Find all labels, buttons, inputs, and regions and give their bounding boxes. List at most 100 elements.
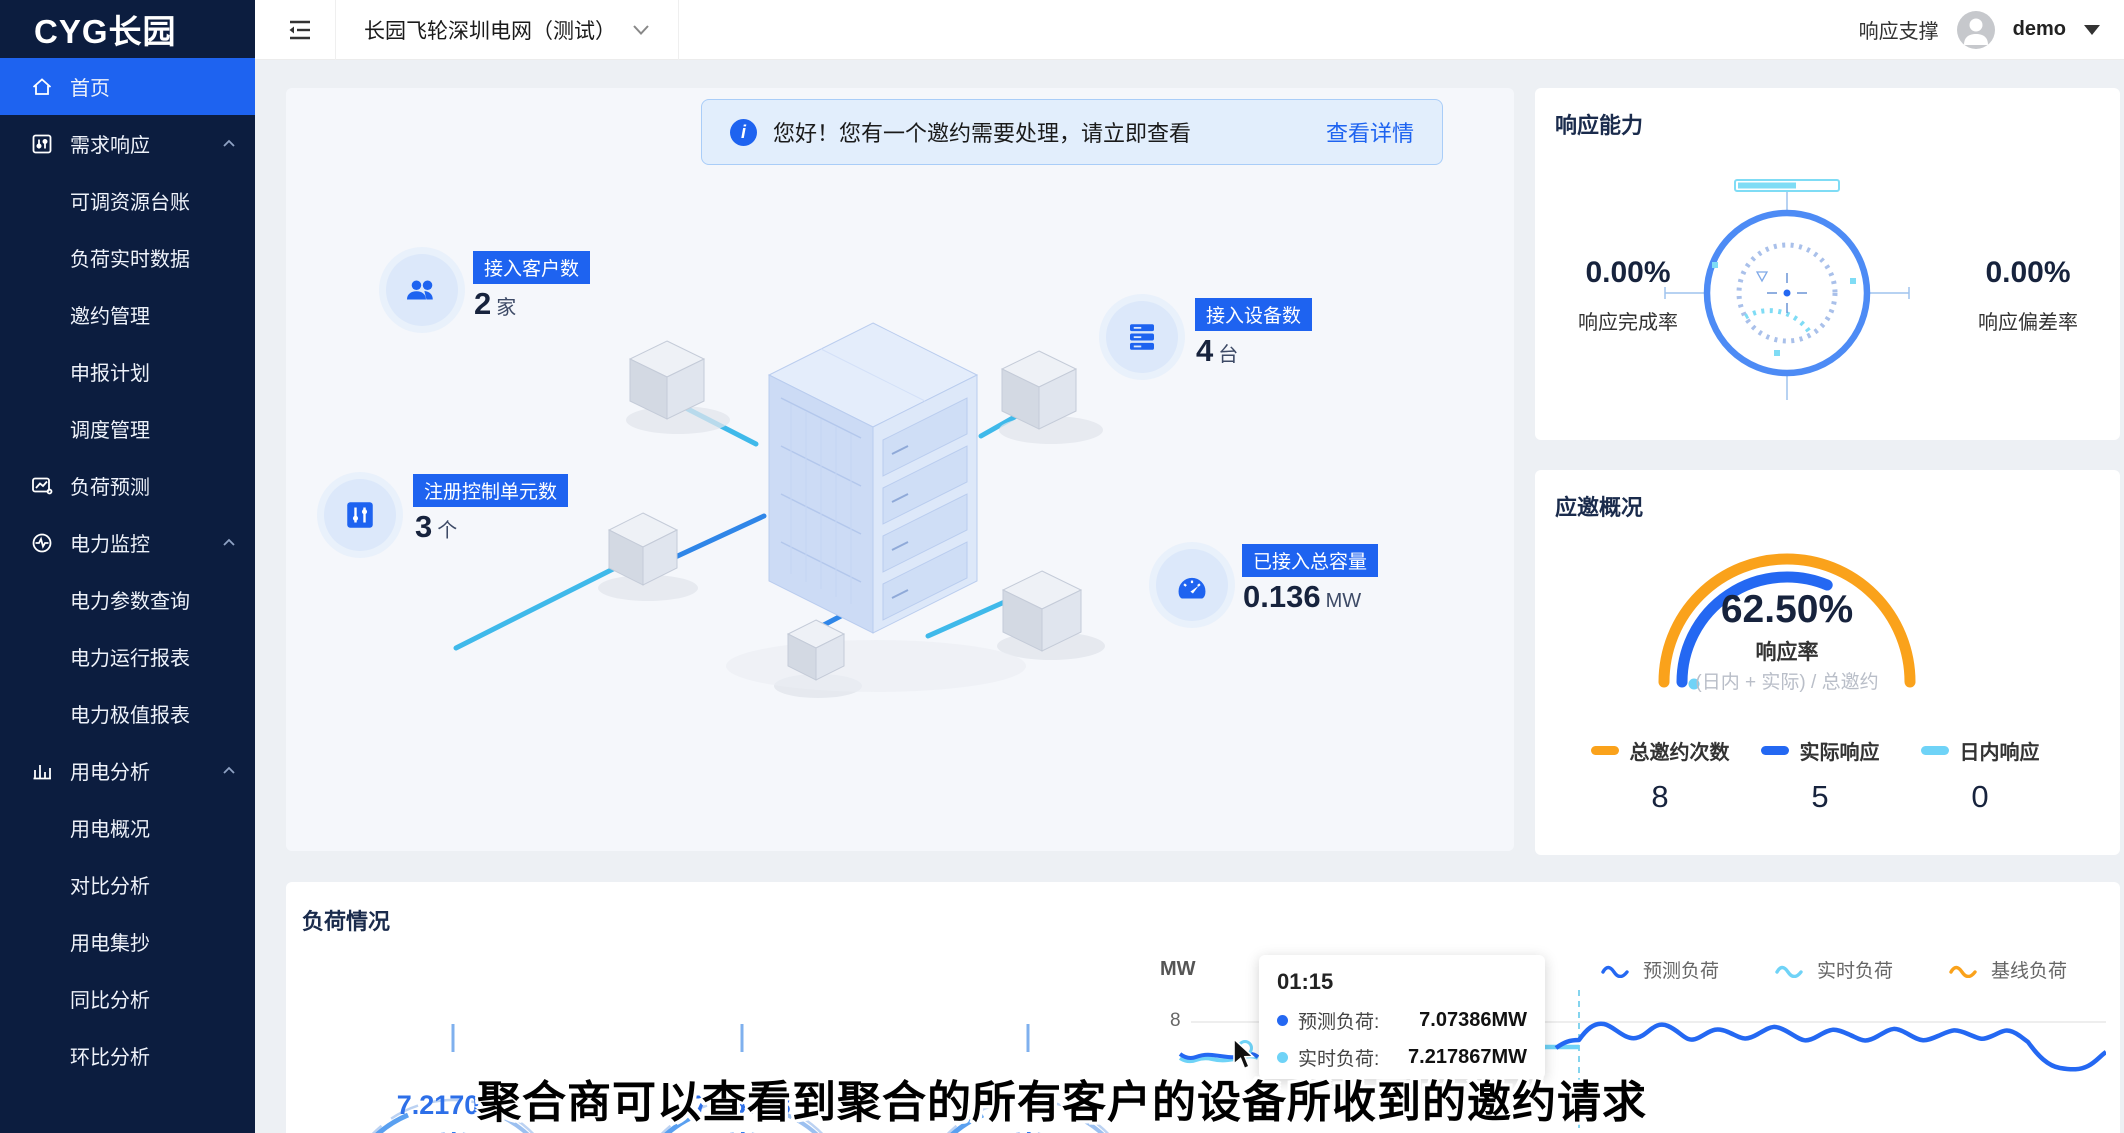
stat-label: 注册控制单元数: [413, 474, 568, 507]
sidebar-item-home[interactable]: 首页: [0, 58, 255, 115]
sidebar-nav: 首页 需求响应 可调资源台账 负荷实时数据 邀约管理 申报计划 调度管理 负荷预…: [0, 58, 255, 1084]
topbar: 长园飞轮深圳电网（测试） 响应支撑 demo: [255, 0, 2124, 60]
sidebar-item-label: 对比分析: [70, 870, 150, 899]
completion-rate-label: 响应完成率: [1553, 306, 1703, 335]
topbar-right: 响应支撑 demo: [1859, 11, 2124, 49]
invitation-legend: 总邀约次数 8 实际响应 5 日内响应 0: [1580, 736, 2060, 815]
legend-actual-responses: 实际响应 5: [1740, 736, 1900, 815]
legend-forecast-load[interactable]: 预测负荷: [1601, 956, 1719, 983]
sidebar-item-power-extreme-report[interactable]: 电力极值报表: [0, 685, 255, 742]
devices-icon: [1106, 301, 1178, 373]
sidebar-item-power-operation-report[interactable]: 电力运行报表: [0, 628, 255, 685]
legend-value: 8: [1580, 779, 1740, 815]
sidebar-item-label: 调度管理: [70, 414, 150, 443]
dashboard-page: CYG长园 首页 需求响应 可调资源台账 负荷实时数据 邀约管理 申报计划 调度…: [0, 0, 2124, 1133]
sidebar-group-label: 用电分析: [70, 756, 150, 785]
demand-response-icon: [30, 132, 54, 156]
completion-rate-value: 0.00%: [1553, 256, 1703, 290]
series-dot: [1277, 1052, 1288, 1063]
sidebar-item-invitation-management[interactable]: 邀约管理: [0, 286, 255, 343]
wave-icon: [1775, 962, 1805, 978]
legend-item[interactable]: 日内响应: [1900, 736, 2060, 765]
legend-total-invitations: 总邀约次数 8: [1580, 736, 1740, 815]
chevron-up-icon: [221, 136, 237, 152]
sidebar-group-electricity-analysis[interactable]: 用电分析: [0, 742, 255, 799]
stat-value: 4台: [1196, 333, 1238, 369]
customers-icon: [386, 254, 458, 326]
sidebar-item-yoy-analysis[interactable]: 同比分析: [0, 970, 255, 1027]
tooltip-row-forecast: 预测负荷: 7.07386MW: [1277, 1007, 1527, 1034]
sidebar-item-label: 申报计划: [70, 357, 150, 386]
card-title: 响应能力: [1555, 108, 1643, 140]
electricity-analysis-icon: [30, 759, 54, 783]
sidebar-item-label: 电力参数查询: [70, 585, 190, 614]
chevron-up-icon: [221, 535, 237, 551]
user-menu-caret-icon[interactable]: [2084, 25, 2100, 35]
chart-tooltip: 01:15 预测负荷: 7.07386MW 实时负荷: 7.217867MW: [1259, 955, 1545, 1079]
sidebar-group-power-monitoring[interactable]: 电力监控: [0, 514, 255, 571]
legend-label: 日内响应: [1960, 736, 2040, 765]
main-content: i 您好！您有一个邀约需要处理，请立即查看 查看详情: [255, 60, 2124, 1133]
sidebar-item-meter-reading[interactable]: 用电集抄: [0, 913, 255, 970]
sidebar-item-label: 邀约管理: [70, 300, 150, 329]
sidebar-item-electricity-overview[interactable]: 用电概况: [0, 799, 255, 856]
stat-label: 已接入总容量: [1242, 544, 1378, 577]
legend-item[interactable]: 总邀约次数: [1580, 736, 1740, 765]
capacity-icon: [1156, 549, 1228, 621]
sidebar-item-label: 电力运行报表: [70, 642, 190, 671]
wave-icon: [1949, 962, 1979, 978]
legend-label: 基线负荷: [1991, 956, 2067, 983]
stat-label: 接入客户数: [473, 251, 590, 284]
collapse-sidebar-icon[interactable]: [285, 15, 315, 45]
sidebar-item-declaration-plan[interactable]: 申报计划: [0, 343, 255, 400]
legend-label: 总邀约次数: [1630, 736, 1730, 765]
sidebar-item-load-forecast[interactable]: 负荷预测: [0, 457, 255, 514]
org-selector-dropdown[interactable]: 长园飞轮深圳电网（测试）: [335, 0, 679, 60]
legend-value: 0: [1900, 779, 2060, 815]
tooltip-time: 01:15: [1277, 969, 1527, 995]
legend-label: 预测负荷: [1643, 956, 1719, 983]
sidebar-item-comparison-analysis[interactable]: 对比分析: [0, 856, 255, 913]
stat-value: 2家: [474, 286, 516, 322]
legend-value: 5: [1740, 779, 1900, 815]
stat-value: 3个: [415, 509, 457, 545]
deviation-rate-label: 响应偏差率: [1953, 306, 2103, 335]
legend-intraday-responses: 日内响应 0: [1900, 736, 2060, 815]
deviation-rate-block: 0.00% 响应偏差率: [1953, 256, 2103, 335]
sidebar-item-realtime-load-data[interactable]: 负荷实时数据: [0, 229, 255, 286]
response-capability-card: 响应能力 0.00% 响应完成率 0.00%: [1535, 88, 2120, 440]
video-subtitle: 聚合商可以查看到聚合的所有客户的设备所收到的邀约请求: [0, 1066, 2124, 1130]
sidebar-group-demand-response[interactable]: 需求响应: [0, 115, 255, 172]
legend-realtime-load[interactable]: 实时负荷: [1775, 956, 1893, 983]
sidebar-item-label: 负荷预测: [70, 471, 150, 500]
series-dot: [1277, 1015, 1288, 1026]
sidebar-item-power-parameter-query[interactable]: 电力参数查询: [0, 571, 255, 628]
chevron-up-icon: [221, 763, 237, 779]
mouse-cursor: [1232, 1038, 1260, 1072]
legend-swatch: [1591, 746, 1619, 755]
support-link[interactable]: 响应支撑: [1859, 15, 1939, 44]
load-forecast-icon: [30, 474, 54, 498]
completion-rate-block: 0.00% 响应完成率: [1553, 256, 1703, 335]
stat-label: 接入设备数: [1195, 298, 1312, 331]
response-rate-formula: (日内 + 实际) / 总邀约: [1577, 667, 1997, 694]
sidebar-item-dispatch-management[interactable]: 调度管理: [0, 400, 255, 457]
sidebar-item-adjustable-resources[interactable]: 可调资源台账: [0, 172, 255, 229]
legend-swatch: [1921, 746, 1949, 755]
legend-item[interactable]: 实际响应: [1740, 736, 1900, 765]
overview-card: i 您好！您有一个邀约需要处理，请立即查看 查看详情: [286, 88, 1514, 851]
legend-baseline-load[interactable]: 基线负荷: [1949, 956, 2067, 983]
org-selector-value: 长园飞轮深圳电网（测试）: [364, 15, 616, 45]
sidebar-group-label: 需求响应: [70, 129, 150, 158]
stat-value: 0.136MW: [1243, 579, 1361, 615]
tooltip-value: 7.07386MW: [1419, 1009, 1527, 1032]
user-avatar[interactable]: [1957, 11, 1995, 49]
legend-swatch: [1761, 746, 1789, 755]
username[interactable]: demo: [2013, 18, 2066, 41]
sidebar-item-label: 负荷实时数据: [70, 243, 190, 272]
deviation-rate-value: 0.00%: [1953, 256, 2103, 290]
wave-icon: [1601, 962, 1631, 978]
sidebar-item-label: 用电集抄: [70, 927, 150, 956]
invitation-overview-card: 应邀概况 62.50% 响应率 (日内 + 实际) / 总邀约 总邀约次数: [1535, 470, 2120, 855]
y-axis-unit: MW: [1160, 958, 1196, 981]
